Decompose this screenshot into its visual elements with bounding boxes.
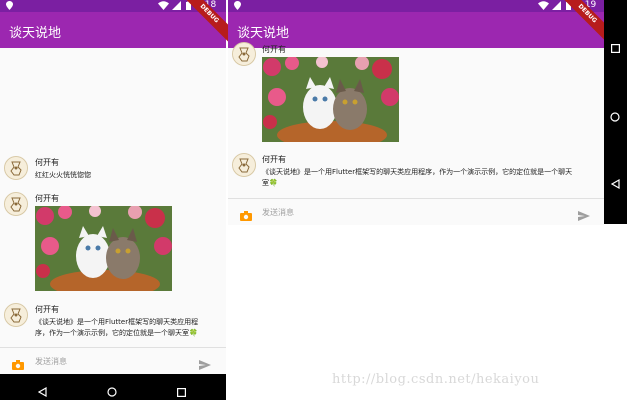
android-nav-bar: [604, 0, 627, 224]
message-sender: 何开有: [35, 158, 59, 167]
send-icon[interactable]: [199, 355, 211, 374]
app-bar: 谈天说地: [228, 12, 604, 48]
message-input[interactable]: 发送消息: [35, 356, 67, 367]
avatar[interactable]: [232, 153, 256, 177]
kitten-photo[interactable]: [35, 206, 172, 291]
message-sender: 何开有: [35, 305, 59, 314]
phone-screen-landscape: 5:19 谈天说地 DEBUG 何开有 何开有 《谈天说地》是一个用Flutte…: [228, 0, 616, 225]
message-sender: 何开有: [262, 155, 286, 164]
app-title: 谈天说地: [237, 26, 290, 41]
recents-icon[interactable]: [611, 38, 621, 57]
message-text: 《谈天说地》是一个用Flutter框架写的聊天类应用程序，作为一个演示示例，它的…: [262, 167, 600, 189]
message-sender: 何开有: [262, 45, 286, 54]
message-text: 红红火火恍恍惚惚: [35, 171, 91, 179]
app-title: 谈天说地: [9, 26, 62, 41]
back-icon[interactable]: [37, 382, 47, 401]
message-input[interactable]: 发送消息: [262, 207, 294, 218]
message-composer: 发送消息: [228, 198, 604, 225]
watermark: http://blog.csdn.net/hekaiyou: [332, 372, 540, 387]
message-text-line: 《谈天说地》是一个用Flutter框架写的聊天类应用程序，作为一个演示示例，它的…: [262, 168, 573, 176]
recents-icon[interactable]: [177, 382, 187, 401]
app-bar: 谈天说地: [0, 12, 226, 48]
send-icon[interactable]: [578, 206, 590, 225]
avatar[interactable]: [4, 192, 28, 216]
kitten-photo[interactable]: [262, 57, 399, 142]
home-icon[interactable]: [610, 107, 620, 126]
message-text: 《谈天说地》是一个用Flutter框架写的聊天类应用程 序，作为一个演示示例，它…: [35, 317, 221, 339]
phone-screen-portrait: 5:18 谈天说地 DEBUG 何开有 红红火火恍恍惚惚 何开有 何开有: [0, 0, 238, 400]
message-text-line: 序，作为一个演示示例，它的定位就是一个聊天室🍀: [35, 329, 198, 337]
home-icon[interactable]: [107, 382, 117, 401]
message-text-line: 室🍀: [262, 179, 278, 187]
message-sender: 何开有: [35, 194, 59, 203]
back-icon[interactable]: [610, 174, 620, 193]
camera-icon[interactable]: [240, 206, 252, 225]
android-nav-bar: [0, 374, 226, 400]
message-composer: 发送消息: [0, 347, 226, 374]
avatar[interactable]: [4, 156, 28, 180]
status-bar: 5:19: [228, 0, 604, 12]
message-text-line: 《谈天说地》是一个用Flutter框架写的聊天类应用程: [35, 318, 199, 326]
camera-icon[interactable]: [12, 355, 24, 374]
avatar[interactable]: [4, 303, 28, 327]
avatar[interactable]: [232, 42, 256, 66]
